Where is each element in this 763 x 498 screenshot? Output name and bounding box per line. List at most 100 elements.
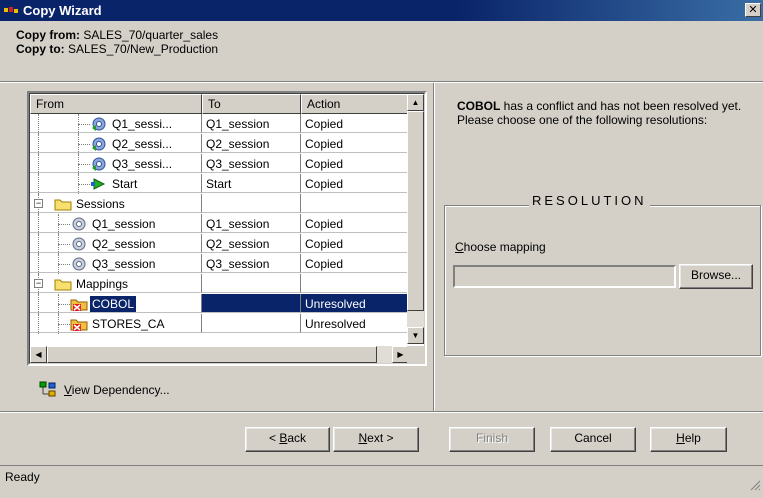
cell-action[interactable] (301, 194, 409, 213)
item-name: Q1_sessi... (112, 117, 173, 131)
scroll-thumb[interactable] (407, 111, 424, 311)
tree-line (38, 114, 39, 134)
tree-line (38, 214, 39, 234)
column-header-action[interactable]: Action (301, 94, 409, 114)
table-row[interactable]: Q2_session Q2_session Copied (30, 234, 409, 254)
cell-to[interactable]: Start (202, 174, 301, 193)
resolution-title: RESOLUTION (529, 193, 650, 208)
cell-from[interactable]: Q1_sessi... (30, 114, 202, 134)
table-row[interactable]: − Sessions (30, 194, 409, 214)
dependency-icon (38, 381, 58, 399)
column-header-from[interactable]: From (30, 94, 202, 114)
scroll-up-icon[interactable]: ▲ (407, 94, 424, 111)
cell-to[interactable]: Q2_session (202, 134, 301, 153)
copy-from-label: Copy from: (16, 28, 80, 42)
tree-line (38, 234, 39, 254)
choose-mapping-accel: C (455, 240, 464, 254)
folder-icon (54, 276, 72, 292)
collapse-icon[interactable]: − (34, 199, 43, 208)
cell-from[interactable]: − Mappings (30, 274, 202, 294)
cell-action[interactable] (301, 274, 409, 293)
resize-grip-icon[interactable] (749, 476, 761, 491)
session-icon (70, 256, 88, 272)
cancel-button[interactable]: Cancel (550, 427, 636, 452)
resolution-panel: COBOL has a conflict and has not been re… (435, 83, 763, 411)
back-button[interactable]: < Back (245, 427, 330, 452)
tree-line (58, 304, 70, 305)
cell-from[interactable]: Q1_session (30, 214, 202, 234)
scroll-corner (407, 346, 424, 363)
table-row[interactable]: Q1_sessi... Q1_session Copied (30, 114, 409, 134)
status-bar: Ready (0, 465, 763, 491)
cell-to[interactable] (202, 294, 301, 313)
tree-line (58, 324, 70, 325)
cell-to[interactable]: Q3_session (202, 154, 301, 173)
copy-to-value: SALES_70/New_Production (68, 42, 219, 56)
finish-button[interactable]: Finish (449, 427, 535, 452)
cell-to[interactable] (202, 194, 301, 213)
table-row[interactable]: Q3_session Q3_session Copied (30, 254, 409, 274)
cell-from[interactable]: − Sessions (30, 194, 202, 214)
session-instance-icon (90, 156, 108, 172)
cell-action[interactable]: Copied (301, 214, 409, 233)
choose-mapping-text: hoose mapping (463, 240, 546, 254)
view-dependency-accel: V (64, 383, 72, 397)
collapse-icon[interactable]: − (34, 279, 43, 288)
cell-from[interactable]: Start (30, 174, 202, 194)
cell-from[interactable]: Q2_session (30, 234, 202, 254)
cell-action[interactable]: Copied (301, 254, 409, 273)
cell-to[interactable] (202, 314, 301, 333)
cell-action[interactable]: Copied (301, 174, 409, 193)
close-button[interactable]: ✕ (745, 3, 761, 17)
mapping-input[interactable] (453, 265, 676, 288)
object-tree-list[interactable]: From To Action Q1_sessi... Q1_session Copi… (27, 91, 427, 366)
cell-to[interactable]: Q1_session (202, 214, 301, 233)
column-header-to[interactable]: To (202, 94, 301, 114)
folder-icon (54, 196, 72, 212)
choose-mapping-label: Choose mapping (455, 240, 546, 254)
table-row[interactable]: STORES_CA Unresolved (30, 314, 409, 334)
cell-action[interactable]: Unresolved (301, 314, 409, 333)
browse-button[interactable]: Browse... (679, 264, 753, 289)
cell-to[interactable]: Q1_session (202, 114, 301, 133)
table-row[interactable]: Q1_session Q1_session Copied (30, 214, 409, 234)
table-row[interactable]: Q3_sessi... Q3_session Copied (30, 154, 409, 174)
mapping-conflict-icon (70, 316, 88, 332)
table-row[interactable]: Start Start Copied (30, 174, 409, 194)
scroll-down-icon[interactable]: ▼ (407, 327, 424, 344)
table-row[interactable]: − Mappings (30, 274, 409, 294)
cell-from[interactable]: Q3_session (30, 254, 202, 274)
tree-line (38, 254, 39, 274)
copy-to-label: Copy to: (16, 42, 65, 56)
next-label: ext > (367, 431, 394, 445)
cell-action[interactable]: Copied (301, 234, 409, 253)
view-dependency-link[interactable]: View Dependency... (38, 381, 170, 399)
cell-action[interactable]: Copied (301, 114, 409, 133)
back-label: ack (287, 431, 307, 445)
cell-from[interactable]: COBOL (30, 294, 202, 314)
table-row[interactable]: COBOL Unresolved (30, 294, 409, 314)
cell-to[interactable] (202, 274, 301, 293)
horizontal-scrollbar[interactable]: ◀ ▶ (30, 346, 409, 363)
scroll-left-icon[interactable]: ◀ (30, 346, 47, 363)
object-panel: From To Action Q1_sessi... Q1_session Copi… (0, 83, 433, 411)
table-row[interactable]: Q2_sessi... Q2_session Copied (30, 134, 409, 154)
cell-from[interactable]: STORES_CA (30, 314, 202, 334)
cell-from[interactable]: Q3_sessi... (30, 154, 202, 174)
hscroll-thumb[interactable] (47, 346, 377, 363)
tree-line (58, 224, 70, 225)
cell-action[interactable]: Unresolved (301, 294, 409, 313)
cell-to[interactable]: Q3_session (202, 254, 301, 273)
cell-action[interactable]: Copied (301, 154, 409, 173)
vertical-scrollbar[interactable]: ▲ ▼ (407, 94, 424, 344)
help-label: elp (684, 431, 701, 445)
tree-line (38, 154, 39, 174)
cell-action[interactable]: Copied (301, 134, 409, 153)
session-icon (70, 236, 88, 252)
cell-from[interactable]: Q2_sessi... (30, 134, 202, 154)
tree-line (58, 264, 70, 265)
conflict-message: COBOL has a conflict and has not been re… (457, 99, 763, 127)
help-button[interactable]: Help (650, 427, 727, 452)
cell-to[interactable]: Q2_session (202, 234, 301, 253)
next-button[interactable]: Next > (333, 427, 419, 452)
